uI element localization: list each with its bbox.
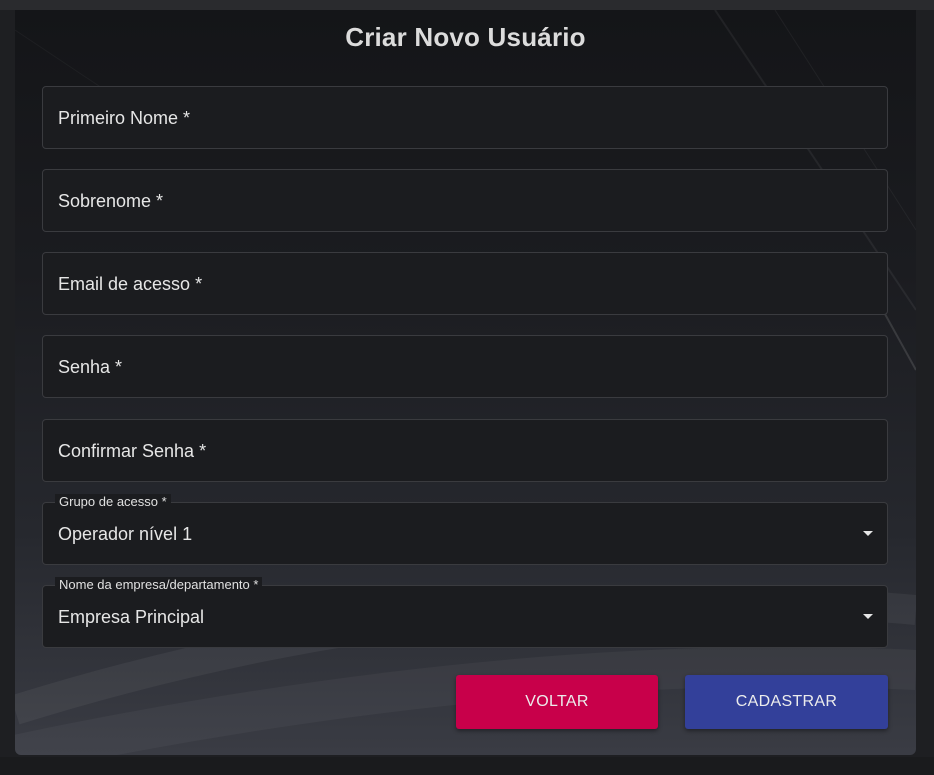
confirm-password-field[interactable]: Confirmar Senha * [42, 419, 888, 482]
company-label: Nome da empresa/departamento * [55, 577, 263, 593]
password-label: Senha * [58, 357, 123, 377]
triangle-down-icon[interactable] [863, 614, 873, 619]
confirm-password-label: Confirmar Senha * [58, 441, 207, 461]
last-name-label: Sobrenome * [58, 191, 164, 211]
access-group-value: Operador nível 1 [58, 524, 193, 544]
company-value: Empresa Principal [58, 607, 205, 627]
bottom-bar [0, 757, 934, 775]
top-bar [0, 0, 934, 10]
access-group-select[interactable]: Grupo de acesso * Operador nível 1 [42, 494, 888, 565]
email-field[interactable]: Email de acesso * [42, 252, 888, 315]
triangle-down-icon[interactable] [863, 531, 873, 536]
first-name-field[interactable]: Primeiro Nome * [42, 86, 888, 149]
email-label: Email de acesso * [58, 274, 203, 294]
access-group-label: Grupo de acesso * [55, 494, 171, 510]
create-user-card: Criar Novo Usuário Primeiro Nome * Sobre… [15, 10, 916, 755]
last-name-field[interactable]: Sobrenome * [42, 169, 888, 232]
back-button[interactable]: VOLTAR [456, 675, 658, 729]
company-select[interactable]: Nome da empresa/departamento * Empresa P… [42, 577, 888, 648]
password-field[interactable]: Senha * [42, 335, 888, 398]
page-title: Criar Novo Usuário [345, 22, 586, 52]
submit-button[interactable]: CADASTRAR [685, 675, 888, 729]
first-name-label: Primeiro Nome * [58, 108, 191, 128]
